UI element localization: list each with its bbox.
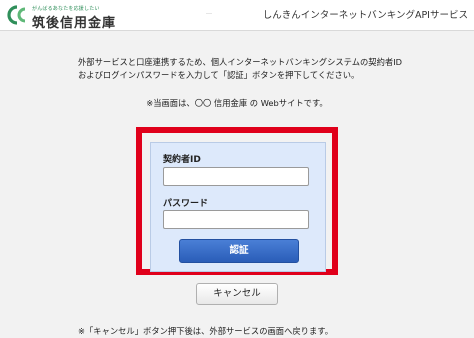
cancel-notice: ※「キャンセル」ボタン押下後は、外部サービスの画面へ戻ります。 <box>78 326 334 336</box>
logo-name: 筑後信用金庫 <box>32 16 117 31</box>
cancel-button[interactable]: キャンセル <box>196 283 278 305</box>
intro-text: 外部サービスと口座連携するため、個人インターネットバンキングシステムの契約者ID… <box>78 57 403 80</box>
header-center-mark: … <box>206 9 212 16</box>
contract-id-label: 契約者ID <box>163 155 201 165</box>
password-input[interactable] <box>163 210 309 229</box>
logo-tagline: がんばるあなたを応援したい <box>32 6 100 12</box>
bank-logo[interactable]: がんばるあなたを応援したい 筑後信用金庫 <box>6 3 126 31</box>
auth-button[interactable]: 認証 <box>179 239 299 263</box>
password-label: パスワード <box>163 199 209 209</box>
site-notice: ※当画面は、〇〇 信用金庫 の Webサイトです。 <box>146 98 328 108</box>
site-header: がんばるあなたを応援したい 筑後信用金庫 … しんきんインターネットバンキングA… <box>0 0 474 31</box>
main-content: 外部サービスと口座連携するため、個人インターネットバンキングシステムの契約者ID… <box>0 31 474 338</box>
login-form: 契約者ID パスワード 認証 <box>150 142 326 272</box>
contract-id-input[interactable] <box>163 167 309 186</box>
bank-logo-icon <box>7 5 26 25</box>
service-title: しんきんインターネットバンキングAPIサービス <box>262 10 468 21</box>
